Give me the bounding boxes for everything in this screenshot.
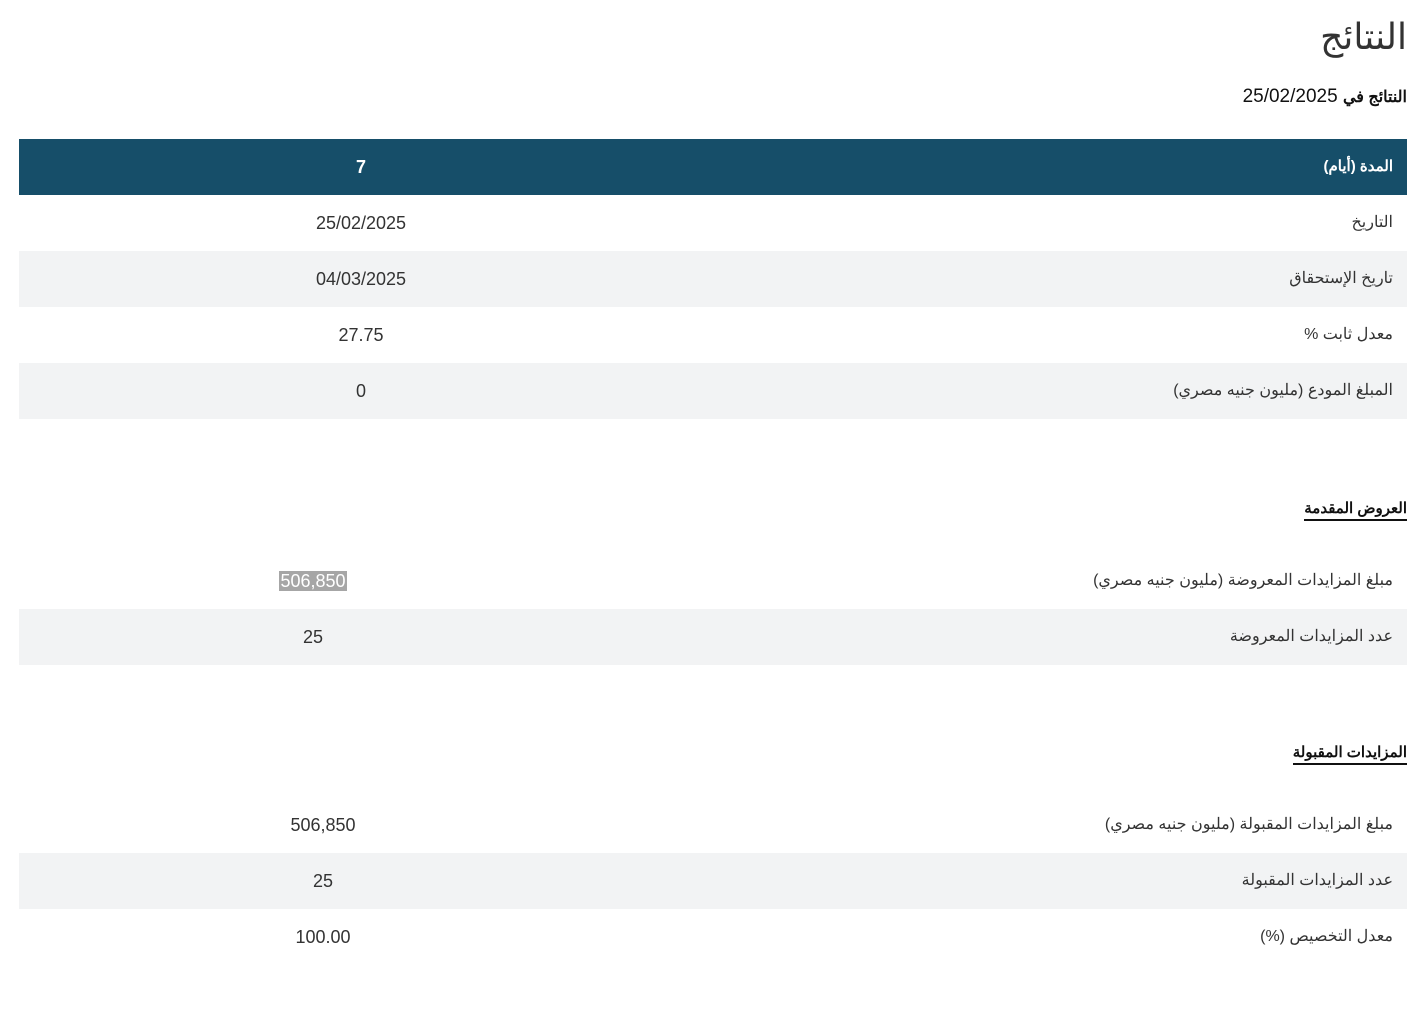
offered-bids-amount-label: مبلغ المزايدات المعروضة (مليون جنيه مصري… [1093,572,1393,589]
table-row: تاريخ الإستحقاق 04/03/2025 [19,251,1407,307]
date-value: 25/02/2025 [315,213,407,233]
allocation-rate-value: 100.00 [295,927,351,947]
accepted-bids-count-value: 25 [312,871,334,891]
offers-table: مبلغ المزايدات المعروضة (مليون جنيه مصري… [19,553,1407,665]
duration-value: 7 [355,157,366,177]
offered-bids-count-label: عدد المزايدات المعروضة [1229,628,1393,645]
table-row: معدل التخصيص (%) 100.00 [19,909,1407,965]
page-title: النتائج [1320,17,1407,58]
results-date-value: 25/02/2025 [1242,86,1338,107]
offered-bids-amount-text: 506,850 [279,571,347,591]
offered-bids-count-value: 25 [302,627,324,647]
table-row: مبلغ المزايدات المقبولة (مليون جنيه مصري… [19,797,1407,853]
table-header-row: المدة (أيام) 7 [19,139,1407,195]
deposited-amount-label: المبلغ المودع (مليون جنيه مصري) [1173,382,1393,399]
offered-bids-amount-value: 506,850 [213,553,413,609]
summary-table: المدة (أيام) 7 التاريخ 25/02/2025 تاريخ … [19,139,1407,419]
accepted-bids-amount-label: مبلغ المزايدات المقبولة (مليون جنيه مصري… [1104,816,1393,833]
results-page: النتائج النتائج في 25/02/2025 المدة (أيا… [0,0,1426,1020]
results-date: النتائج في 25/02/2025 [1243,85,1407,110]
allocation-rate-label: معدل التخصيص (%) [1260,928,1393,945]
accepted-section-heading: المزايدات المقبولة [1292,743,1407,765]
duration-label: المدة (أيام) [1323,158,1394,175]
table-row: عدد المزايدات المقبولة 25 [19,853,1407,909]
fixed-rate-label: معدل ثابت % [1304,326,1393,343]
table-row: معدل ثابت % 27.75 [19,307,1407,363]
fixed-rate-value: 27.75 [338,325,384,345]
date-label: التاريخ [1351,214,1393,231]
results-date-label: النتائج في [1342,89,1407,106]
maturity-date-value: 04/03/2025 [315,269,407,289]
maturity-date-label: تاريخ الإستحقاق [1289,270,1393,287]
table-row: مبلغ المزايدات المعروضة (مليون جنيه مصري… [19,553,1407,609]
table-row: التاريخ 25/02/2025 [19,195,1407,251]
table-row: عدد المزايدات المعروضة 25 [19,609,1407,665]
offers-section-heading: العروض المقدمة [1304,499,1407,521]
deposited-amount-value: 0 [355,381,366,401]
accepted-bids-amount-value: 506,850 [290,815,356,835]
accepted-bids-count-label: عدد المزايدات المقبولة [1241,872,1393,889]
table-row: المبلغ المودع (مليون جنيه مصري) 0 [19,363,1407,419]
accepted-table: مبلغ المزايدات المقبولة (مليون جنيه مصري… [19,797,1407,965]
